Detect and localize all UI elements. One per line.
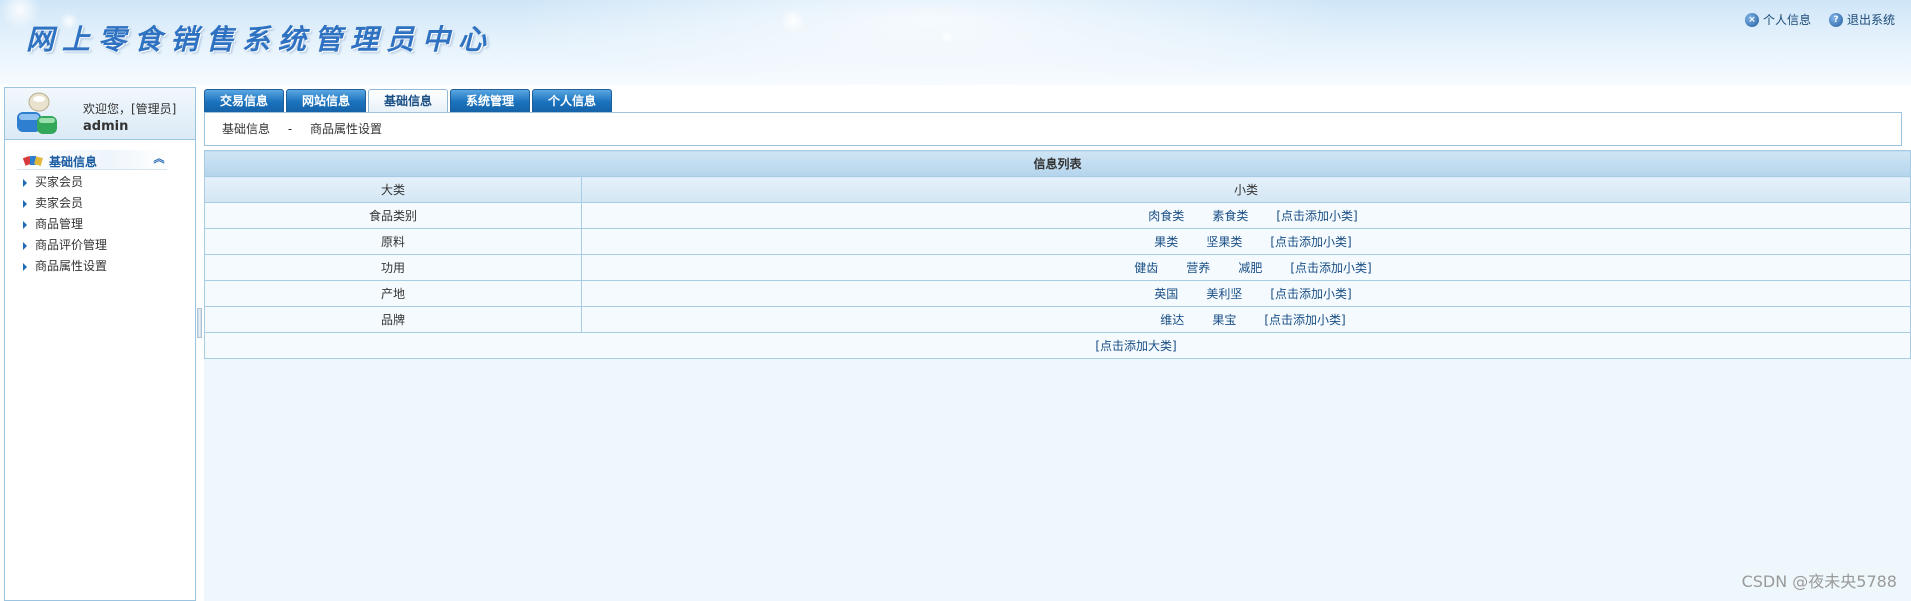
arrow-right-icon [23,263,27,271]
sidebar-item-review-management[interactable]: 商品评价管理 [19,235,195,256]
sidebar-item-seller-members[interactable]: 卖家会员 [19,193,195,214]
add-subcategory-link[interactable]: [点击添加小类] [1264,313,1345,327]
tab-site-info[interactable]: 网站信息 [286,89,366,112]
table-row: 功用 健齿 营养 减肥 [点击添加小类] [204,254,1911,281]
add-subcategory-link[interactable]: [点击添加小类] [1270,287,1351,301]
subcategory-link[interactable]: 维达 [1160,313,1184,327]
add-category-link[interactable]: [点击添加大类] [1095,337,1176,354]
sidebar-item-buyer-members[interactable]: 买家会员 [19,172,195,193]
category-cell: 食品类别 [204,202,582,229]
category-cell: 原料 [204,228,582,255]
sidebar-item-label: 卖家会员 [35,196,84,210]
header-banner: 网上零食销售系统管理员中心 × 个人信息 ? 退出系统 [0,0,1911,85]
collapse-icon[interactable]: ︽ [153,152,165,166]
table-row: 食品类别 肉食类 素食类 [点击添加小类] [204,202,1911,229]
subcategory-link[interactable]: 美利坚 [1206,287,1242,301]
sidebar-item-label: 商品管理 [35,217,84,231]
logout-link[interactable]: ? 退出系统 [1828,11,1895,28]
breadcrumb-page: 商品属性设置 [310,122,383,136]
profile-link[interactable]: × 个人信息 [1744,11,1811,28]
table-row: 产地 英国 美利坚 [点击添加小类] [204,280,1911,307]
table-header-row: 大类 小类 [204,176,1911,203]
subcategory-cell: 健齿 营养 减肥 [点击添加小类] [581,254,1911,281]
subcategory-link[interactable]: 果宝 [1212,313,1236,327]
column-header-category: 大类 [204,176,582,203]
add-category-cell: [点击添加大类] [204,332,1911,359]
sidebar-menu: 买家会员 卖家会员 商品管理 商品评价管理 商品属性设置 [19,172,195,277]
banner-light-streak [480,0,1380,85]
books-icon [23,155,43,166]
subcategory-link[interactable]: 肉食类 [1148,209,1184,223]
main-content: 信息列表 大类 小类 食品类别 肉食类 素食类 [点击添加小类] 原料 果类 坚果类 [… [204,150,1911,601]
user-box: 欢迎您，[管理员] admin [5,88,195,140]
top-tabs: 交易信息 网站信息 基础信息 系统管理 个人信息 [204,89,612,112]
avatar [17,92,57,134]
tab-system-management[interactable]: 系统管理 [450,89,530,112]
panel-splitter-handle[interactable] [197,308,202,338]
add-subcategory-link[interactable]: [点击添加小类] [1276,209,1357,223]
tab-basic-info[interactable]: 基础信息 [368,89,448,112]
table-row: 品牌 维达 果宝 [点击添加小类] [204,306,1911,333]
add-subcategory-link[interactable]: [点击添加小类] [1290,261,1371,275]
welcome-text: 欢迎您，[管理员] [83,102,177,116]
attribute-table: 信息列表 大类 小类 食品类别 肉食类 素食类 [点击添加小类] 原料 果类 坚果类 [… [204,150,1911,359]
tab-transactions[interactable]: 交易信息 [204,89,284,112]
help-icon: ? [1828,12,1843,27]
category-cell: 产地 [204,280,582,307]
site-title: 网上零食销售系统管理员中心 [26,23,495,56]
subcategory-link[interactable]: 素食类 [1212,209,1248,223]
subcategory-link[interactable]: 健齿 [1134,261,1158,275]
sidebar-item-label: 买家会员 [35,175,84,189]
add-subcategory-link[interactable]: [点击添加小类] [1270,235,1351,249]
subcategory-cell: 英国 美利坚 [点击添加小类] [581,280,1911,307]
category-cell: 功用 [204,254,582,281]
arrow-right-icon [23,200,27,208]
subcategory-link[interactable]: 果类 [1154,235,1178,249]
subcategory-cell: 维达 果宝 [点击添加小类] [581,306,1911,333]
sidebar-section-label: 基础信息 [49,155,98,169]
sidebar-item-product-management[interactable]: 商品管理 [19,214,195,235]
add-category-row: [点击添加大类] [204,332,1911,359]
tab-personal-info[interactable]: 个人信息 [532,89,612,112]
sidebar-item-label: 商品属性设置 [35,259,108,273]
username: admin [83,119,129,134]
subcategory-cell: 肉食类 素食类 [点击添加小类] [581,202,1911,229]
breadcrumb-separator: - [287,122,293,136]
subcategory-link[interactable]: 营养 [1186,261,1210,275]
column-header-subcategory: 小类 [581,176,1911,203]
arrow-right-icon [23,221,27,229]
sidebar-item-label: 商品评价管理 [35,238,108,252]
watermark: CSDN @夜未央5788 [1741,572,1897,591]
sidebar-section-header[interactable]: 基础信息 ︽ [17,150,167,170]
table-caption-row: 信息列表 [204,150,1911,177]
profile-link-label: 个人信息 [1762,13,1811,27]
subcategory-link[interactable]: 坚果类 [1206,235,1242,249]
subcategory-link[interactable]: 英国 [1154,287,1178,301]
sidebar-item-attribute-settings[interactable]: 商品属性设置 [19,256,195,277]
close-circle-icon: × [1744,12,1759,27]
logout-link-label: 退出系统 [1846,13,1895,27]
top-links: × 个人信息 ? 退出系统 [1744,11,1895,28]
breadcrumb: 基础信息 - 商品属性设置 [204,112,1902,146]
banner-bubble [940,30,954,44]
subcategory-cell: 果类 坚果类 [点击添加小类] [581,228,1911,255]
arrow-right-icon [23,242,27,250]
category-cell: 品牌 [204,306,582,333]
breadcrumb-section: 基础信息 [222,122,271,136]
banner-bubble [780,8,806,34]
left-panel: 欢迎您，[管理员] admin 基础信息 ︽ 买家会员 卖家会员 商品管理 商品… [4,87,196,601]
arrow-right-icon [23,179,27,187]
subcategory-link[interactable]: 减肥 [1238,261,1262,275]
table-caption: 信息列表 [204,150,1911,177]
table-row: 原料 果类 坚果类 [点击添加小类] [204,228,1911,255]
